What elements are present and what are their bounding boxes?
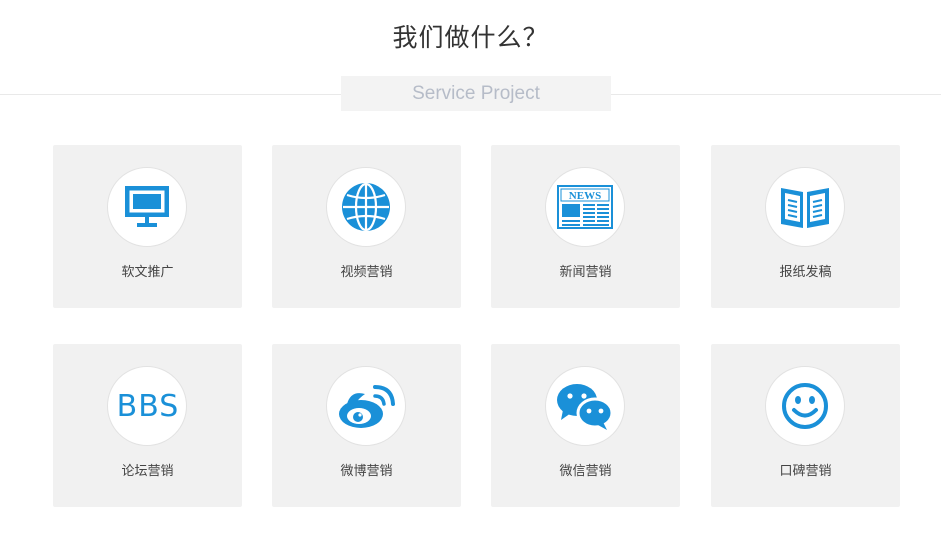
smiley-icon xyxy=(782,383,828,429)
page-title: 我们做什么？ xyxy=(392,23,549,52)
icon-circle xyxy=(765,167,845,247)
icon-circle xyxy=(107,167,187,247)
service-card-reputation[interactable]: 口碑营销 xyxy=(711,344,900,507)
monitor-icon xyxy=(125,186,169,227)
service-label: 视频营销 xyxy=(340,265,393,280)
icon-circle xyxy=(326,366,406,446)
service-label: 微信营销 xyxy=(559,464,612,479)
service-card-forum[interactable]: BBS 论坛营销 xyxy=(53,344,242,507)
service-label: 报纸发稿 xyxy=(779,265,832,280)
service-card-weibo[interactable]: 微博营销 xyxy=(272,344,461,507)
weibo-icon xyxy=(339,385,395,428)
service-card-wechat[interactable]: 微信营销 xyxy=(491,344,680,507)
open-book-icon xyxy=(781,188,829,228)
service-label: 新闻营销 xyxy=(559,265,612,280)
service-card-newspaper[interactable]: 报纸发稿 xyxy=(711,145,900,308)
section-subtitle: Service Project xyxy=(341,76,611,111)
service-label: 口碑营销 xyxy=(779,464,832,479)
globe-icon xyxy=(342,182,390,232)
icon-circle: BBS xyxy=(107,366,187,446)
service-card-news[interactable]: NEWS 新闻营销 xyxy=(491,145,680,308)
icon-circle xyxy=(545,366,625,446)
wechat-icon xyxy=(557,384,614,430)
service-card-video[interactable]: 视频营销 xyxy=(272,145,461,308)
icon-circle: NEWS xyxy=(545,167,625,247)
service-label: 微博营销 xyxy=(340,464,393,479)
newspaper-heading: NEWS xyxy=(569,190,601,202)
service-card-soft-article[interactable]: 软文推广 xyxy=(53,145,242,308)
bbs-icon: BBS xyxy=(116,388,180,424)
icon-circle xyxy=(326,167,406,247)
newspaper-icon: NEWS xyxy=(557,185,613,229)
service-label: 论坛营销 xyxy=(121,464,174,479)
icon-circle xyxy=(765,366,845,446)
service-label: 软文推广 xyxy=(121,265,174,280)
